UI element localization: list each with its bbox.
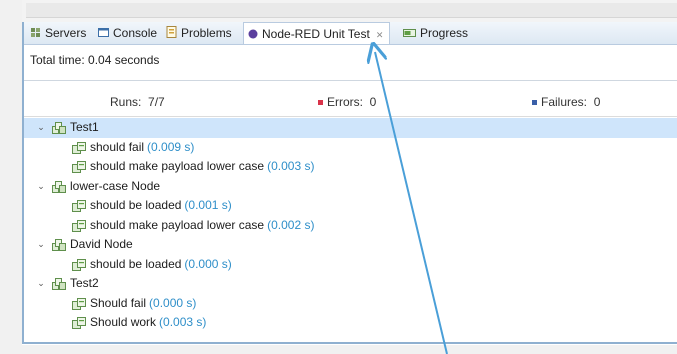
divider xyxy=(24,80,677,81)
test-case-row[interactable]: should be loaded (0.001 s) xyxy=(24,196,677,216)
chevron-down-icon[interactable]: ⌄ xyxy=(36,118,46,137)
test-name: should make payload lower case xyxy=(90,217,265,232)
window-top-bar xyxy=(0,0,677,22)
suite-name: Test2 xyxy=(70,276,99,290)
failures-value: 0 xyxy=(593,95,601,109)
chevron-down-icon[interactable]: ⌄ xyxy=(36,274,46,293)
progress-icon xyxy=(403,23,416,45)
failures-counter: Failures: 0 xyxy=(532,95,600,109)
suite-name: lower-case Node xyxy=(70,178,161,193)
test-name: Should fail xyxy=(90,295,147,310)
window-bottom-margin xyxy=(0,345,677,354)
error-icon xyxy=(318,100,323,106)
test-duration: (0.003 s) xyxy=(267,159,315,173)
test-name: should be loaded xyxy=(90,198,182,212)
tab-label: Problems xyxy=(181,26,232,40)
test-suite-row[interactable]: ⌄ lower-case Node xyxy=(24,177,677,197)
test-case-row[interactable]: should make payload lower case (0.002 s) xyxy=(24,216,677,236)
test-duration: (0.002 s) xyxy=(267,217,315,232)
test-duration: (0.001 s) xyxy=(184,198,232,212)
test-name: should be loaded xyxy=(90,256,182,271)
tab-label: Console xyxy=(113,26,158,40)
tab-label: Progress xyxy=(420,26,469,40)
window-left-margin xyxy=(0,0,22,354)
divider xyxy=(24,116,677,117)
unit-test-view: Servers Console Problems Node-RED Unit T… xyxy=(22,22,677,344)
errors-counter: Errors: 0 xyxy=(318,95,376,109)
problems-icon xyxy=(166,23,177,45)
test-duration: (0.000 s) xyxy=(184,256,232,271)
test-name: should make payload lower case xyxy=(90,159,265,173)
test-suite-row[interactable]: ⌄ Test2 xyxy=(24,274,677,294)
test-suite-row[interactable]: ⌄ Test1 xyxy=(24,118,677,138)
servers-icon xyxy=(30,23,41,45)
failures-label: Failures: xyxy=(541,95,588,109)
runs-value: 7/7 xyxy=(148,95,165,109)
tab-problems[interactable]: Problems xyxy=(166,22,232,44)
toolbar-strip xyxy=(26,3,677,18)
test-case-row[interactable]: should be loaded (0.000 s) xyxy=(24,255,677,275)
chevron-down-icon[interactable]: ⌄ xyxy=(36,235,46,254)
test-duration: (0.009 s) xyxy=(147,139,195,154)
test-suite-row[interactable]: ⌄ David Node xyxy=(24,235,677,255)
test-tree: ⌄ Test1 should fail (0.009 s) should make pa… xyxy=(24,118,677,333)
test-case-row[interactable]: Should fail (0.000 s) xyxy=(24,294,677,314)
test-duration: (0.000 s) xyxy=(149,295,197,310)
tab-label: Servers xyxy=(45,26,87,40)
runs-label: Runs: xyxy=(110,95,142,109)
console-icon xyxy=(98,23,109,45)
runs-counter: Runs: 7/7 xyxy=(110,95,165,109)
chevron-down-icon[interactable]: ⌄ xyxy=(36,177,46,196)
test-case-row[interactable]: Should work (0.003 s) xyxy=(24,313,677,333)
tab-node-red-unit-test[interactable]: Node-RED Unit Test ✕ xyxy=(243,22,391,46)
close-icon[interactable]: ✕ xyxy=(376,30,384,40)
view-tab-bar: Servers Console Problems Node-RED Unit T… xyxy=(24,22,677,45)
test-case-row[interactable]: should fail (0.009 s) xyxy=(24,138,677,158)
tab-progress[interactable]: Progress xyxy=(403,22,468,44)
test-duration: (0.003 s) xyxy=(159,315,207,329)
test-case-row[interactable]: should make payload lower case (0.003 s) xyxy=(24,157,677,177)
errors-label: Errors: xyxy=(327,95,363,109)
tab-servers[interactable]: Servers xyxy=(30,22,86,44)
test-name: should fail xyxy=(90,139,145,154)
test-name: Should work xyxy=(90,315,157,329)
node-red-icon xyxy=(248,24,258,46)
test-passed-icon xyxy=(72,316,86,335)
tab-label: Node-RED Unit Test xyxy=(262,27,370,41)
tab-console[interactable]: Console xyxy=(98,22,157,44)
suite-name: David Node xyxy=(70,237,133,251)
total-time: Total time: 0.04 seconds xyxy=(30,53,160,67)
errors-value: 0 xyxy=(369,95,377,109)
suite-name: Test1 xyxy=(70,120,99,134)
failure-icon xyxy=(532,100,537,106)
